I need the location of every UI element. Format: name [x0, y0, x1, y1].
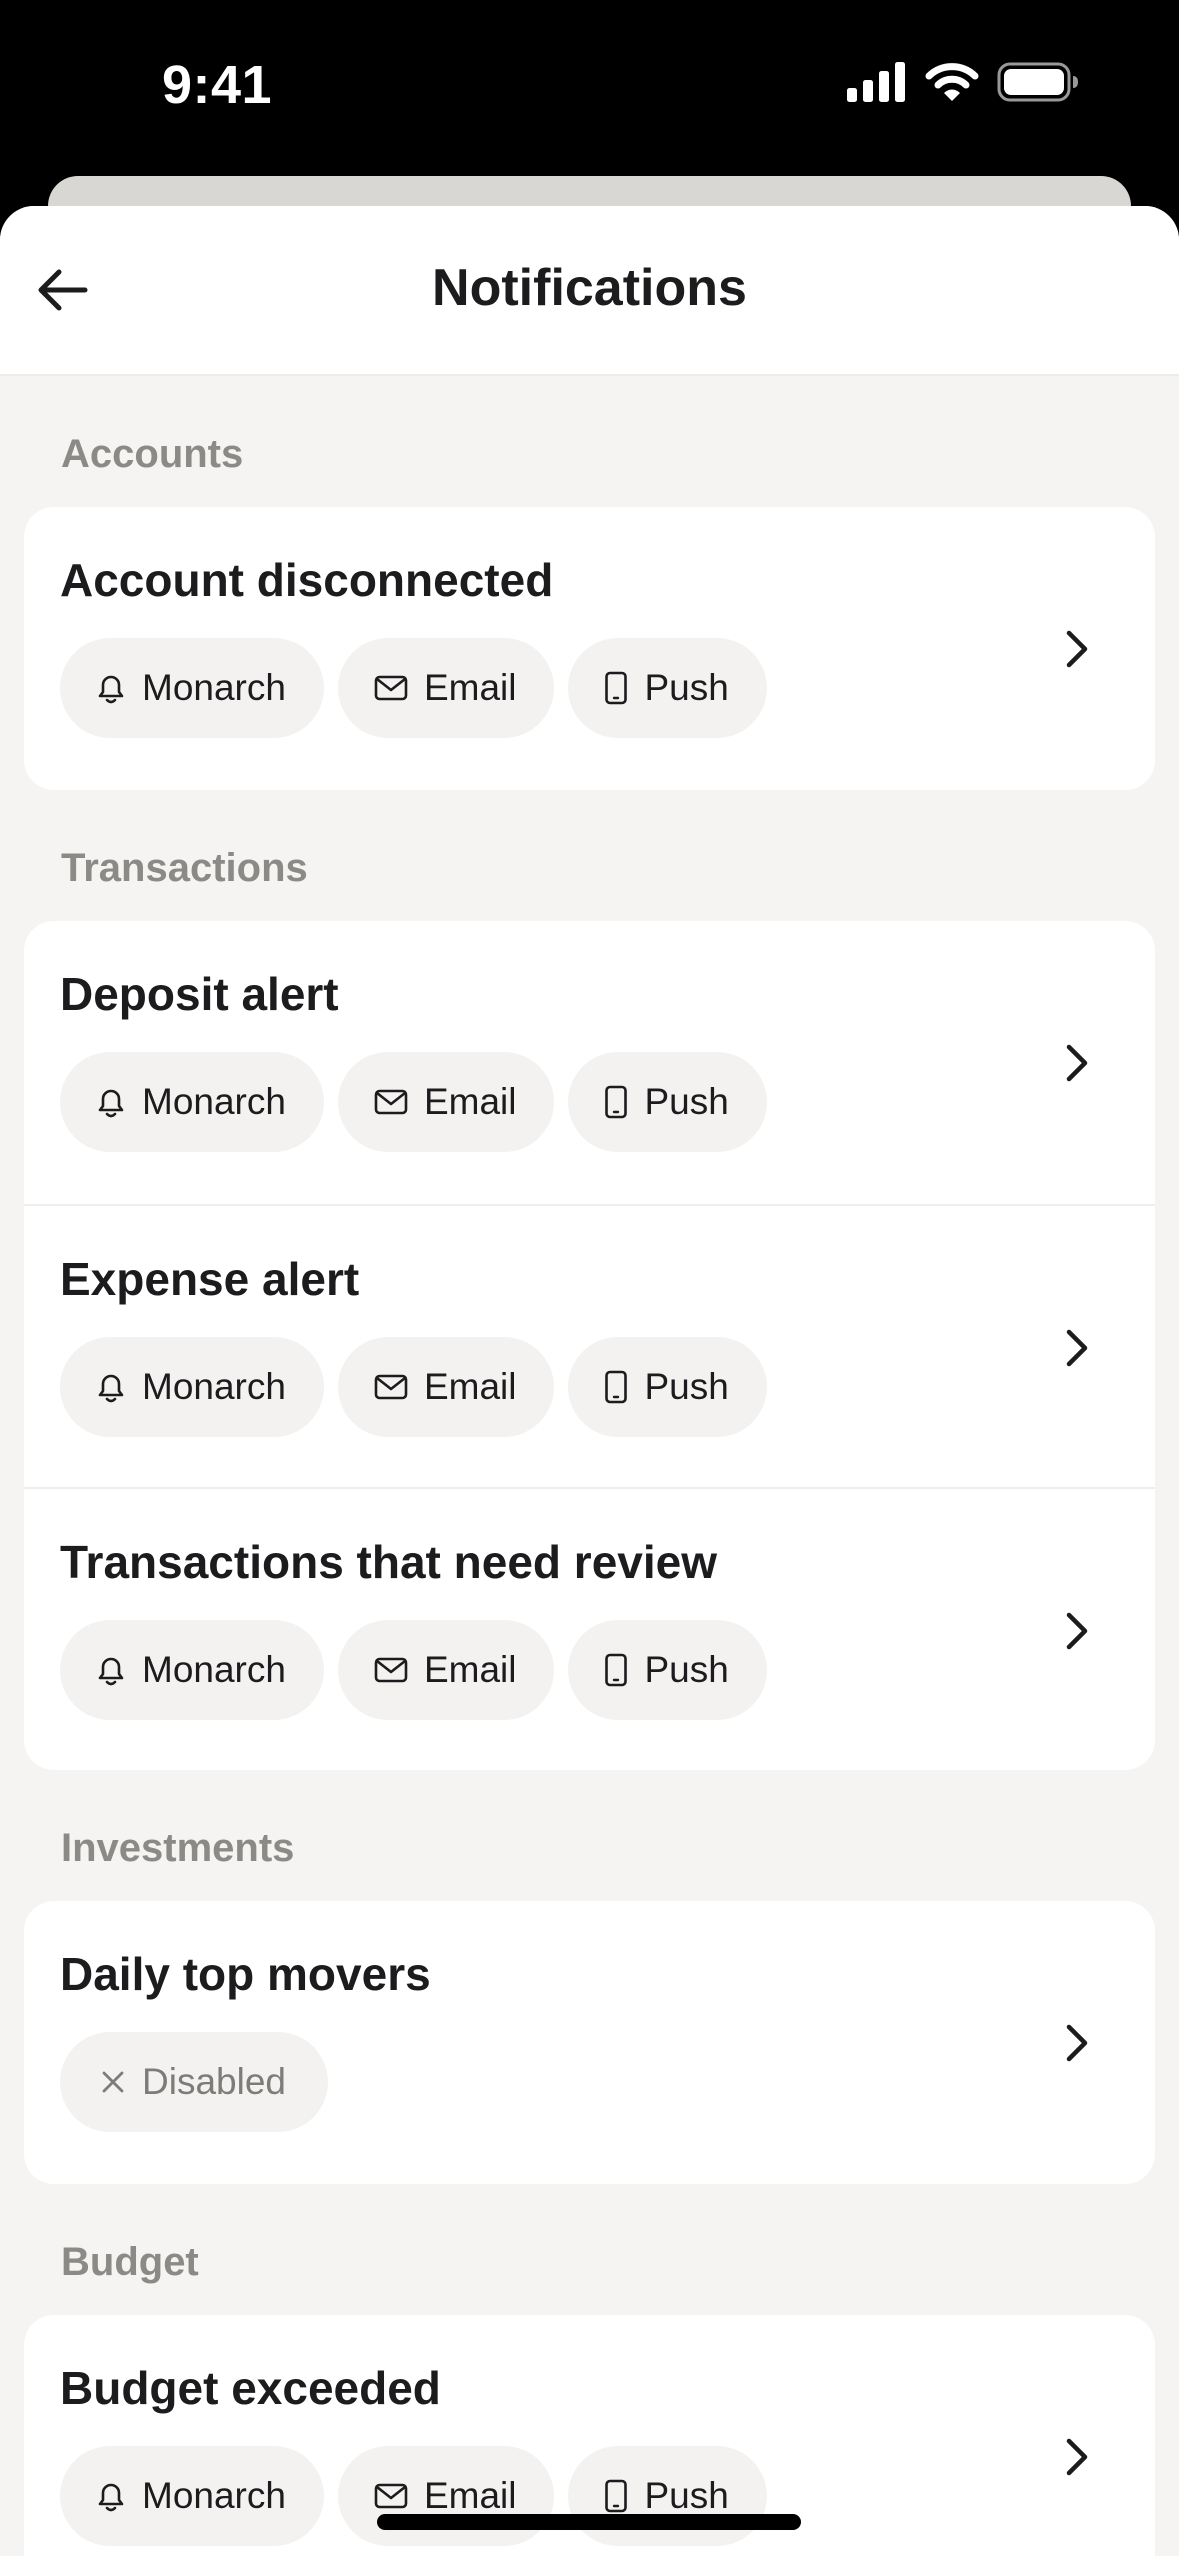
chip-label: Email: [423, 1080, 517, 1122]
mail-icon: [374, 2483, 408, 2508]
chip-label: Monarch: [142, 666, 286, 708]
chip-label: Monarch: [142, 1365, 286, 1407]
row-title: Deposit alert: [60, 968, 339, 1020]
chip-monarch: Monarch: [60, 1051, 324, 1152]
chip-label: Email: [423, 2474, 517, 2516]
setting-row-transactions-need-review[interactable]: Transactions that need review Monarch Em…: [24, 1487, 1155, 1770]
section-title-budget: Budget: [61, 2240, 199, 2284]
card-investments: Daily top movers Disabled: [24, 1901, 1155, 2184]
section-title-transactions: Transactions: [61, 846, 308, 890]
chevron-right-icon: [1053, 2013, 1101, 2073]
chip-label: Push: [644, 2474, 729, 2516]
battery-icon: [997, 62, 1078, 102]
bell-icon: [98, 2483, 124, 2511]
chevron-right-icon: [1053, 1601, 1101, 1661]
row-title: Budget exceeded: [60, 2362, 441, 2414]
phone-icon: [605, 2479, 628, 2512]
chip-monarch: Monarch: [60, 637, 324, 738]
row-title: Daily top movers: [60, 1948, 431, 2000]
row-title: Expense alert: [60, 1253, 360, 1305]
chip-label: Monarch: [142, 1080, 286, 1122]
card-accounts: Account disconnected Monarch Email Push: [24, 507, 1155, 790]
bell-icon: [98, 1374, 124, 1402]
chip-label: Disabled: [142, 2060, 286, 2102]
chip-monarch: Monarch: [60, 1336, 324, 1437]
chip-monarch: Monarch: [60, 2445, 324, 2546]
chip-email: Email: [337, 2445, 555, 2546]
chip-email: Email: [337, 1051, 555, 1152]
mail-icon: [374, 1374, 408, 1399]
chip-label: Email: [423, 1365, 517, 1407]
status-time: 9:41: [162, 55, 273, 115]
phone-icon: [605, 1370, 628, 1403]
cellular-signal-icon: [847, 62, 905, 102]
channel-chips: Monarch Email Push: [60, 637, 1119, 738]
bell-icon: [98, 675, 124, 703]
chip-label: Email: [423, 666, 517, 708]
status-icons: [847, 62, 1079, 102]
chip-push: Push: [568, 1051, 767, 1152]
channel-chips: Monarch Email Push: [60, 1051, 1119, 1152]
card-transactions: Deposit alert Monarch Email Push Expense…: [24, 921, 1155, 1770]
chip-label: Push: [644, 1080, 729, 1122]
chevron-right-icon: [1053, 2427, 1101, 2487]
chip-label: Monarch: [142, 1648, 286, 1690]
chip-push: Push: [568, 637, 767, 738]
bell-icon: [98, 1657, 124, 1685]
channel-chips: Monarch Email Push: [60, 2445, 1119, 2546]
channel-chips: Monarch Email Push: [60, 1619, 1119, 1720]
home-indicator[interactable]: [377, 2514, 801, 2530]
x-icon: [102, 2071, 124, 2092]
setting-row-account-disconnected[interactable]: Account disconnected Monarch Email Push: [24, 507, 1155, 790]
section-title-accounts: Accounts: [61, 432, 244, 476]
chip-push: Push: [568, 1336, 767, 1437]
chip-label: Push: [644, 1648, 729, 1690]
setting-row-deposit-alert[interactable]: Deposit alert Monarch Email Push: [24, 921, 1155, 1204]
setting-row-expense-alert[interactable]: Expense alert Monarch Email Push: [24, 1204, 1155, 1487]
page-title: Notifications: [432, 259, 747, 317]
chip-label: Monarch: [142, 2474, 286, 2516]
chip-email: Email: [337, 1619, 555, 1720]
bell-icon: [98, 1089, 124, 1117]
mail-icon: [374, 1089, 408, 1114]
chevron-right-icon: [1053, 1318, 1101, 1378]
notifications-sheet: Notifications Accounts Account disconnec…: [0, 206, 1179, 2556]
channel-chips: Monarch Email Push: [60, 1336, 1119, 1437]
row-title: Transactions that need review: [60, 1536, 718, 1588]
section-title-investments: Investments: [61, 1826, 295, 1870]
setting-row-daily-top-movers[interactable]: Daily top movers Disabled: [24, 1901, 1155, 2184]
mail-icon: [374, 675, 408, 700]
chevron-right-icon: [1053, 1033, 1101, 1093]
channel-chips: Disabled: [60, 2031, 1119, 2132]
phone-icon: [605, 671, 628, 704]
nav-header: Notifications: [0, 206, 1179, 376]
phone-icon: [605, 1653, 628, 1686]
chip-label: Push: [644, 666, 729, 708]
phone-icon: [605, 1085, 628, 1118]
wifi-icon: [925, 63, 979, 101]
mail-icon: [374, 1657, 408, 1682]
chevron-right-icon: [1053, 619, 1101, 679]
chip-label: Email: [423, 1648, 517, 1690]
chip-monarch: Monarch: [60, 1619, 324, 1720]
chip-email: Email: [337, 637, 555, 738]
row-title: Account disconnected: [60, 554, 554, 606]
chip-email: Email: [337, 1336, 555, 1437]
chip-label: Push: [644, 1365, 729, 1407]
chip-push: Push: [568, 1619, 767, 1720]
chip-disabled: Disabled: [60, 2031, 328, 2132]
chip-push: Push: [568, 2445, 767, 2546]
notification-settings-list: Accounts Account disconnected Monarch Em…: [0, 376, 1179, 2556]
